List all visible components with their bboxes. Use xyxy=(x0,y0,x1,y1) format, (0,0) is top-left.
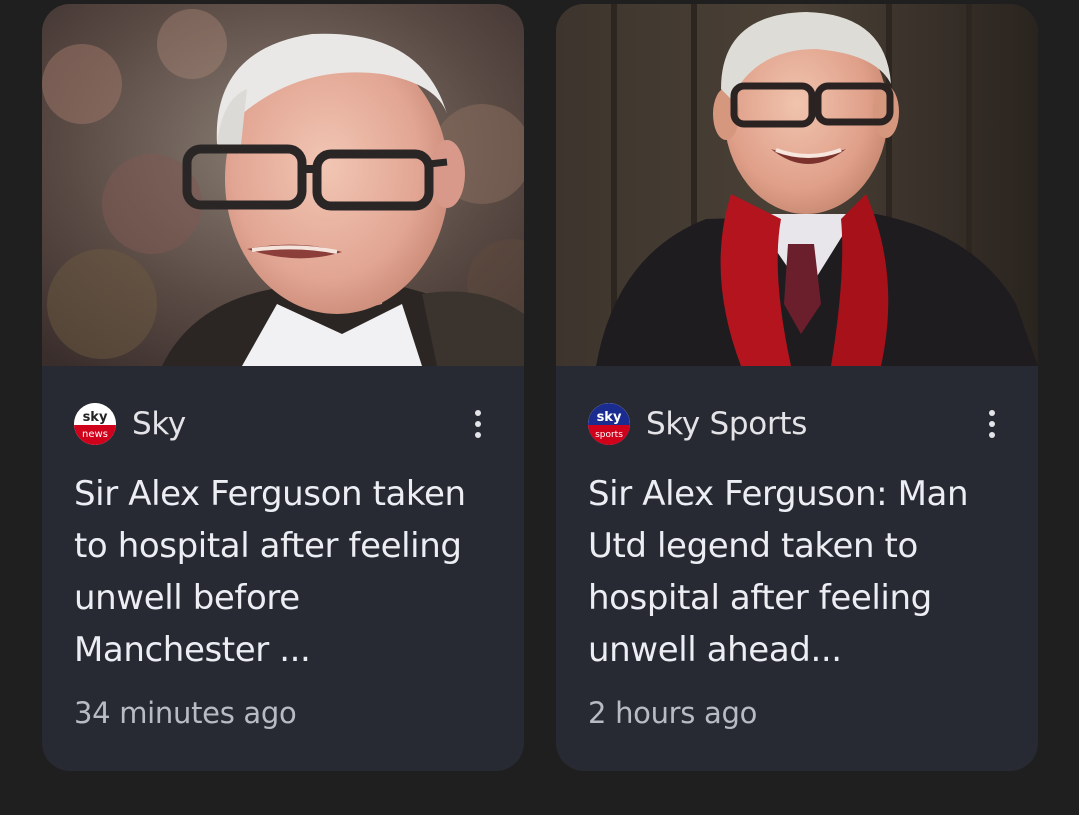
article-photo xyxy=(42,4,524,366)
news-card[interactable]: sky sports Sky Sports Sir Alex Ferguson:… xyxy=(556,4,1038,771)
article-photo xyxy=(556,4,1038,366)
sky-sports-logo-icon: sky sports xyxy=(588,403,630,445)
article-timestamp: 2 hours ago xyxy=(588,696,758,730)
article-body: sky news Sky Sir Alex Ferguson taken to … xyxy=(42,366,524,771)
article-timestamp: 34 minutes ago xyxy=(74,696,297,730)
article-body: sky sports Sky Sports Sir Alex Ferguson:… xyxy=(556,366,1038,771)
source-name: Sky xyxy=(132,406,186,442)
news-card-carousel: sky news Sky Sir Alex Ferguson taken to … xyxy=(0,0,1079,815)
news-card[interactable]: sky news Sky Sir Alex Ferguson taken to … xyxy=(42,4,524,771)
article-headline[interactable]: Sir Alex Ferguson: Man Utd legend taken … xyxy=(588,468,1014,676)
more-options-icon[interactable] xyxy=(972,404,1012,444)
logo-sports-text: sports xyxy=(595,430,623,440)
source-row: sky sports Sky Sports xyxy=(588,396,1006,452)
sky-news-logo-icon: sky news xyxy=(74,403,116,445)
article-thumbnail[interactable] xyxy=(42,4,524,366)
logo-sky-text: sky xyxy=(597,410,622,425)
logo-news-text: news xyxy=(82,429,108,440)
source-row: sky news Sky xyxy=(74,396,492,452)
source-name: Sky Sports xyxy=(646,406,808,442)
more-options-icon[interactable] xyxy=(458,404,498,444)
logo-sky-text: sky xyxy=(83,410,108,425)
article-headline[interactable]: Sir Alex Ferguson taken to hospital afte… xyxy=(74,468,500,676)
article-thumbnail[interactable] xyxy=(556,4,1038,366)
